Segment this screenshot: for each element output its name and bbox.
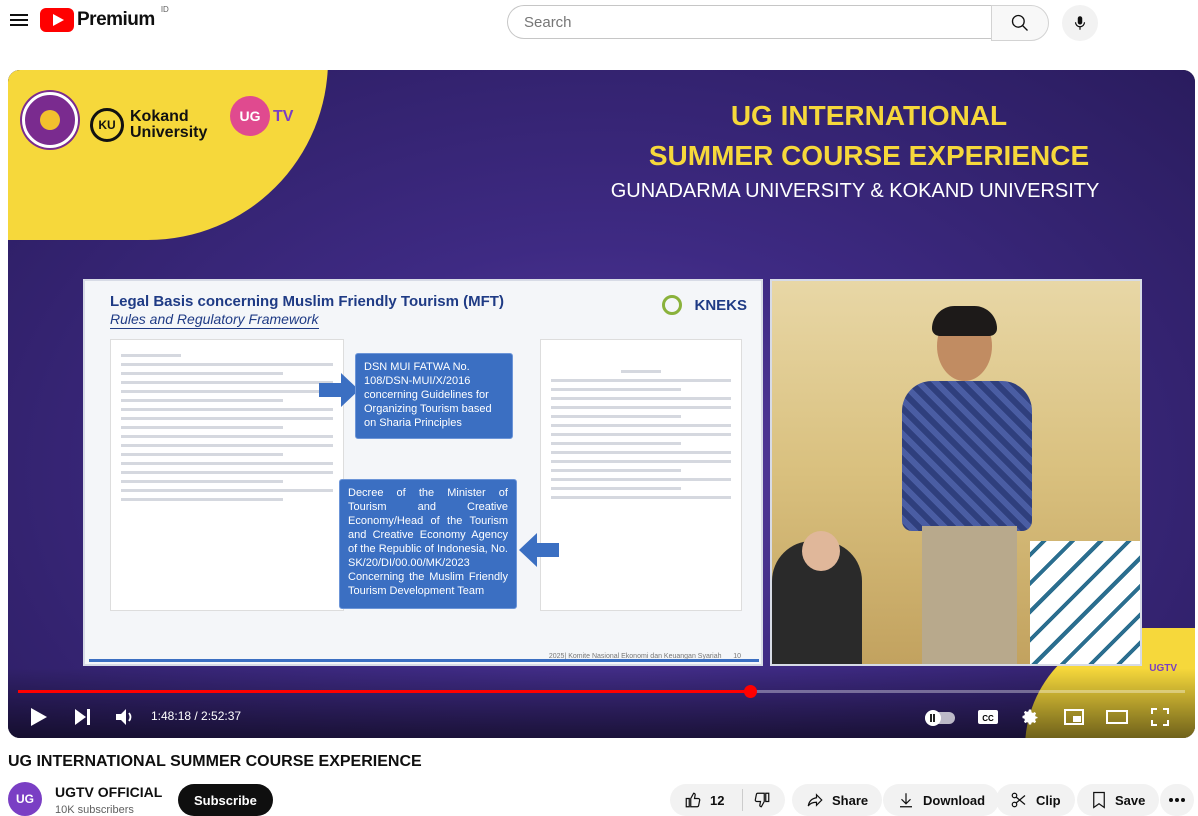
divider — [742, 789, 744, 811]
download-button[interactable]: Download — [883, 784, 1000, 816]
top-bar: Premium ID — [0, 0, 1198, 46]
like-count: 12 — [710, 792, 725, 808]
presentation-slide: Legal Basis concerning Muslim Friendly T… — [83, 279, 763, 666]
share-label: Share — [832, 792, 869, 808]
brand-text: Premium — [77, 9, 155, 30]
cc-icon: CC — [978, 710, 998, 724]
subscribe-button[interactable]: Subscribe — [178, 784, 273, 816]
bookmark-icon — [1091, 791, 1107, 809]
video-frame[interactable]: KU Kokand University UG TV UG INTERNATIO… — [8, 70, 1195, 738]
speaker-hair — [932, 306, 997, 336]
ugtv-logo-suffix: TV — [273, 108, 294, 125]
clip-button[interactable]: Clip — [996, 784, 1075, 816]
dislike-button[interactable] — [753, 791, 771, 809]
event-title-line2: SUMMER COURSE EXPERIENCE — [648, 140, 1090, 171]
channel-name[interactable]: UGTV OFFICIAL — [55, 784, 162, 800]
theater-mode-button[interactable] — [1105, 705, 1129, 729]
kneks-text: KNEKS — [694, 296, 747, 314]
like-dislike-group: 12 — [670, 784, 786, 816]
video-player[interactable]: KU Kokand University UG TV UG INTERNATIO… — [8, 70, 1195, 738]
speaker-figure — [892, 306, 1042, 664]
skip-next-icon — [75, 709, 90, 725]
miniplayer-icon — [1064, 709, 1084, 725]
share-icon — [806, 791, 824, 809]
progress-played — [18, 690, 750, 693]
thumbs-up-icon — [685, 792, 701, 808]
play-icon — [31, 708, 47, 726]
more-horizontal-icon — [1169, 798, 1185, 802]
miniplayer-button[interactable] — [1062, 705, 1086, 729]
kneks-icon — [662, 295, 683, 315]
thumbs-down-icon — [755, 792, 770, 808]
audience-face — [802, 531, 840, 571]
ugtv-logo: UG — [230, 96, 270, 136]
search-button[interactable] — [991, 5, 1049, 41]
decree-callout: Decree of the Minister of Tourism and Cr… — [339, 479, 517, 609]
fullscreen-button[interactable] — [1148, 705, 1172, 729]
slide-footer: 2025| Komite Nasional Ekonomi dan Keuang… — [85, 644, 761, 664]
kokand-logo: KU Kokand University — [90, 108, 207, 142]
share-button[interactable]: Share — [792, 784, 883, 816]
event-title-line1: UG INTERNATIONAL — [730, 100, 1008, 131]
scissors-icon — [1010, 791, 1028, 809]
pause-icon — [930, 714, 932, 722]
settings-button[interactable] — [1018, 705, 1042, 729]
youtube-play-icon — [40, 8, 74, 32]
event-title: UG INTERNATIONAL SUMMER COURSE EXPERIENC… — [609, 96, 1129, 176]
fatwa-document-image — [110, 339, 344, 611]
volume-icon — [116, 709, 132, 725]
speaker-shirt — [902, 381, 1032, 531]
voice-search-button[interactable] — [1062, 5, 1098, 41]
channel-avatar[interactable]: UG — [8, 782, 42, 816]
theater-icon — [1106, 710, 1128, 724]
menu-icon[interactable] — [10, 11, 28, 27]
search-bar — [507, 5, 1049, 41]
next-button[interactable] — [72, 705, 94, 729]
arrow-right-icon — [319, 373, 359, 407]
kneks-logo: KNEKS — [662, 295, 747, 315]
youtube-premium-logo[interactable]: Premium ID — [40, 4, 169, 32]
decree-document-image — [540, 339, 742, 611]
speaker-camera-feed — [770, 279, 1142, 666]
slide-footer-line — [89, 659, 759, 662]
search-input[interactable] — [507, 5, 991, 39]
slide-subtitle: Rules and Regulatory Framework — [110, 311, 319, 329]
kokand-logo-text: Kokand University — [130, 109, 207, 141]
clip-label: Clip — [1036, 792, 1061, 808]
region-code: ID — [160, 4, 169, 14]
time-display: 1:48:18 / 2:52:37 — [151, 709, 242, 723]
ku-mark: KU — [90, 108, 124, 142]
subscriber-count: 10K subscribers — [55, 804, 134, 816]
microphone-icon — [1074, 16, 1086, 30]
more-actions-button[interactable] — [1160, 784, 1194, 816]
scrubber-handle[interactable] — [743, 685, 757, 698]
event-subtitle: GUNADARMA UNIVERSITY & KOKAND UNIVERSITY — [610, 180, 1100, 202]
video-title: UG INTERNATIONAL SUMMER COURSE EXPERIENC… — [8, 753, 422, 770]
gunadarma-logo — [22, 92, 78, 148]
kokand-line1: Kokand — [130, 108, 189, 125]
speaker-pants — [922, 526, 1017, 664]
play-button[interactable] — [28, 705, 50, 729]
captions-button[interactable]: CC — [976, 705, 1000, 729]
search-icon — [1011, 14, 1028, 31]
download-icon — [897, 791, 915, 809]
save-button[interactable]: Save — [1077, 784, 1160, 816]
like-button[interactable]: 12 — [684, 791, 724, 809]
progress-bar[interactable] — [18, 685, 1185, 698]
autoplay-toggle[interactable] — [925, 710, 955, 726]
kokand-line2: University — [130, 124, 208, 141]
slide-title: Legal Basis concerning Muslim Friendly T… — [110, 293, 504, 310]
controls-gradient — [8, 668, 1195, 738]
batik-sofa — [1030, 541, 1140, 664]
gear-icon — [1022, 709, 1038, 725]
fatwa-callout: DSN MUI FATWA No. 108/DSN-MUI/X/2016 con… — [355, 353, 513, 439]
download-label: Download — [923, 792, 986, 808]
save-label: Save — [1115, 792, 1146, 808]
arrow-left-icon — [519, 533, 559, 567]
fullscreen-icon — [1151, 708, 1169, 726]
volume-button[interactable] — [114, 705, 138, 729]
